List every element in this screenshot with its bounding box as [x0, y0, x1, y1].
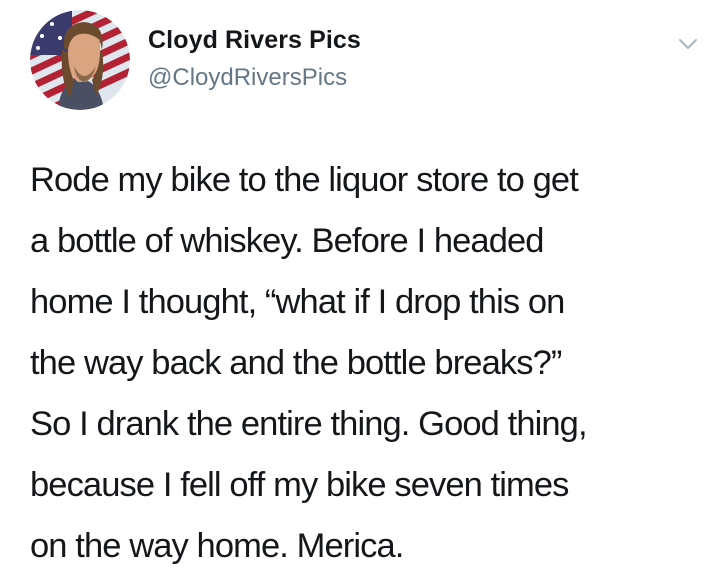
avatar[interactable] [30, 10, 130, 110]
avatar-image [30, 10, 130, 110]
chevron-down-icon[interactable] [676, 32, 700, 56]
author-handle[interactable]: @CloydRiversPics [148, 64, 347, 92]
tweet-header: Cloyd Rivers Pics @CloydRiversPics [30, 10, 700, 110]
tweet-text: Rode my bike to the liquor store to get … [30, 161, 588, 565]
author-display-name[interactable]: Cloyd Rivers Pics [148, 26, 361, 55]
